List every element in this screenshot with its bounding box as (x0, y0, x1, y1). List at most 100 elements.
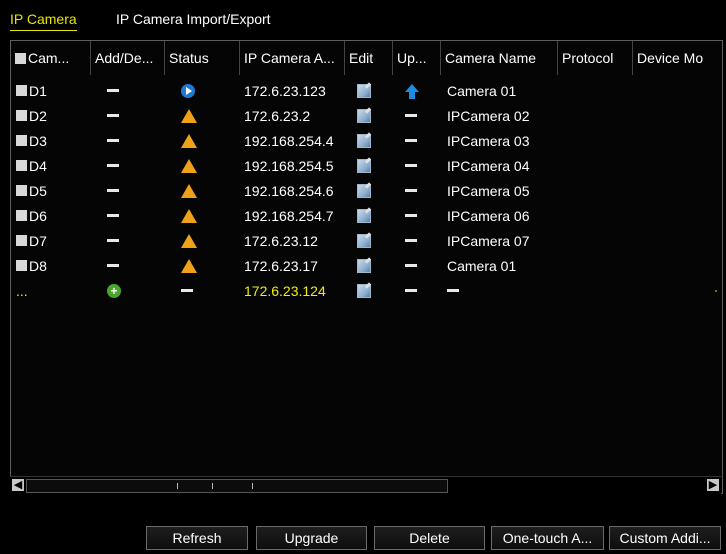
edit-icon[interactable] (357, 283, 371, 298)
select-all-checkbox[interactable] (15, 52, 26, 64)
dash-icon (107, 139, 119, 142)
table-row[interactable]: D7 172.6.23.12 IPCamera 07 (11, 228, 722, 253)
one-touch-add-button[interactable]: One-touch A... (491, 526, 604, 550)
scroll-thumb[interactable] (26, 479, 448, 493)
header-name-label: Camera Name (445, 50, 537, 66)
cell-cam: ... (11, 278, 96, 303)
camera-name: IPCamera 07 (447, 232, 530, 249)
camera-channel: D2 (29, 107, 47, 124)
row-checkbox[interactable] (16, 110, 27, 121)
cell-model (633, 103, 722, 128)
header-ip-address[interactable]: IP Camera A... (240, 41, 345, 75)
upgrade-icon[interactable] (405, 83, 419, 99)
warning-icon (181, 158, 197, 173)
header-cam[interactable]: Cam... (11, 41, 91, 75)
ip-address: 192.168.254.5 (244, 157, 334, 174)
camera-name: IPCamera 03 (447, 132, 530, 149)
tab-ip-camera[interactable]: IP Camera (10, 10, 77, 31)
row-checkbox[interactable] (16, 185, 27, 196)
cell-cam: D2 (11, 103, 96, 128)
refresh-button[interactable]: Refresh (146, 526, 248, 550)
table-row[interactable]: D5 192.168.254.6 IPCamera 05 (11, 178, 722, 203)
cell-name: IPCamera 07 (441, 228, 564, 253)
table-row[interactable]: D3 192.168.254.4 IPCamera 03 (11, 128, 722, 153)
dash-icon (107, 164, 119, 167)
scroll-track[interactable] (26, 479, 705, 493)
header-upgrade[interactable]: Up... (393, 41, 441, 75)
header-cam-label: Cam... (28, 50, 70, 66)
table-row[interactable]: D6 192.168.254.7 IPCamera 06 (11, 203, 722, 228)
edit-icon[interactable] (357, 158, 371, 173)
header-device-model[interactable]: Device Mo (633, 41, 722, 75)
custom-add-button[interactable]: Custom Addi... (609, 526, 721, 550)
delete-button[interactable]: Delete (374, 526, 485, 550)
scroll-right-icon[interactable]: ▶ (707, 479, 719, 491)
scroll-left-icon[interactable]: ◀ (12, 479, 24, 491)
edit-icon[interactable] (357, 208, 371, 223)
table-header: Cam... Add/De... Status IP Camera A... E… (11, 41, 722, 75)
table-row[interactable]: D2 172.6.23.2 IPCamera 02 (11, 103, 722, 128)
cell-name: IPCamera 06 (441, 203, 564, 228)
dash-icon (405, 239, 417, 242)
dash-icon (447, 289, 459, 292)
row-checkbox[interactable] (16, 85, 27, 96)
row-checkbox[interactable] (16, 260, 27, 271)
table-row[interactable]: D4 192.168.254.5 IPCamera 04 (11, 153, 722, 178)
dash-icon (405, 214, 417, 217)
camera-name: IPCamera 05 (447, 182, 530, 199)
cell-ip: 172.6.23.12 (240, 228, 349, 253)
row-checkbox[interactable] (16, 210, 27, 221)
horizontal-scrollbar[interactable]: ◀ ▶ (10, 476, 721, 494)
warning-icon (181, 108, 197, 123)
dash-icon (181, 289, 193, 292)
tab-bar: IP Camera IP Camera Import/Export (0, 0, 726, 34)
cell-cam: D6 (11, 203, 96, 228)
cell-model (633, 253, 722, 278)
header-camera-name[interactable]: Camera Name (441, 41, 558, 75)
header-protocol[interactable]: Protocol (558, 41, 633, 75)
dash-icon (405, 264, 417, 267)
cell-name: IPCamera 04 (441, 153, 564, 178)
table-row[interactable]: D8 172.6.23.17 Camera 01 (11, 253, 722, 278)
table-row-new[interactable]: ... +172.6.23.124 (11, 278, 722, 303)
cell-cam: D3 (11, 128, 96, 153)
dash-icon (405, 289, 417, 292)
header-status[interactable]: Status (165, 41, 240, 75)
table-row[interactable]: D1 172.6.23.123 Camera 01 (11, 78, 722, 103)
dash-icon (107, 189, 119, 192)
cell-ip: 192.168.254.4 (240, 128, 349, 153)
edit-icon[interactable] (357, 233, 371, 248)
cell-ip: 172.6.23.124 (240, 278, 349, 303)
cell-cam: D5 (11, 178, 96, 203)
dash-icon (107, 89, 119, 92)
warning-icon (181, 233, 197, 248)
header-edit[interactable]: Edit (345, 41, 393, 75)
cell-protocol (558, 78, 633, 103)
row-checkbox[interactable] (16, 160, 27, 171)
header-add-delete[interactable]: Add/De... (91, 41, 165, 75)
header-model-label: Device Mo (637, 50, 704, 66)
edit-icon[interactable] (357, 108, 371, 123)
edit-icon[interactable] (357, 83, 371, 98)
cell-protocol (558, 128, 633, 153)
camera-channel: D3 (29, 132, 47, 149)
dash-icon (405, 114, 417, 117)
dash-icon (107, 114, 119, 117)
cell-model (633, 78, 722, 103)
upgrade-button[interactable]: Upgrade (256, 526, 367, 550)
camera-name: IPCamera 04 (447, 157, 530, 174)
ip-address: 172.6.23.2 (244, 107, 311, 124)
tab-ip-camera-import-export[interactable]: IP Camera Import/Export (116, 10, 271, 28)
dash-icon (405, 189, 417, 192)
edit-icon[interactable] (357, 133, 371, 148)
add-icon[interactable]: + (107, 283, 121, 298)
row-checkbox[interactable] (16, 135, 27, 146)
cell-ip: 192.168.254.6 (240, 178, 349, 203)
edit-icon[interactable] (357, 258, 371, 273)
camera-channel: ... (16, 282, 28, 299)
row-checkbox[interactable] (16, 235, 27, 246)
play-icon (181, 83, 195, 98)
cell-cam: D8 (11, 253, 96, 278)
edit-icon[interactable] (357, 183, 371, 198)
cell-name: Camera 01 (441, 253, 564, 278)
